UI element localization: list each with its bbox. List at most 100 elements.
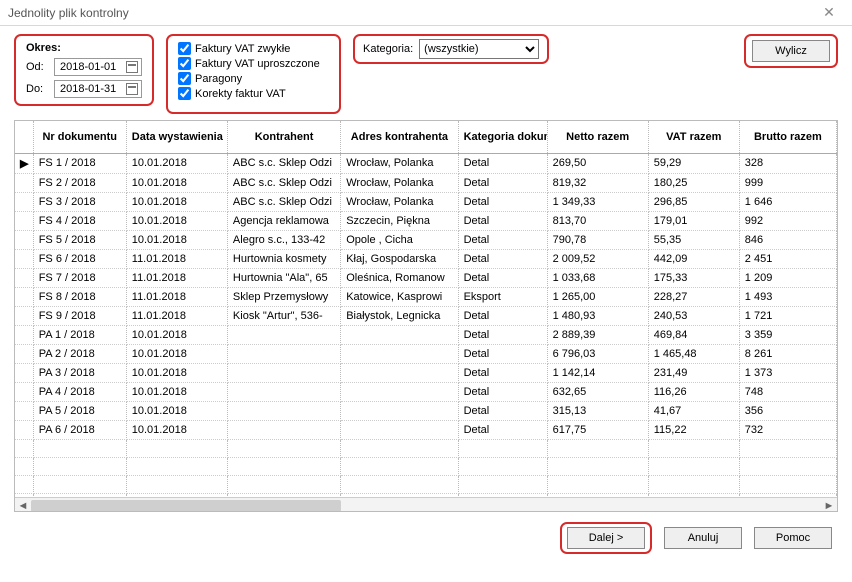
table-row[interactable]: FS 9 / 201811.01.2018Kiosk "Artur", 536-… [15,306,837,325]
cell-netto: 1 349,33 [547,192,648,211]
cell-vat: 55,35 [648,230,739,249]
table-row[interactable]: FS 6 / 201811.01.2018Hurtownia kosmetyKł… [15,249,837,268]
date-to-input[interactable] [58,82,126,96]
table-row[interactable]: FS 3 / 201810.01.2018ABC s.c. Sklep Odzi… [15,192,837,211]
documents-table[interactable]: Nr dokumentu Data wystawienia Kontrahent… [15,121,837,497]
kategoria-select[interactable]: (wszystkie) [419,39,539,59]
scroll-right-icon[interactable]: ► [821,498,837,513]
close-icon[interactable]: ✕ [814,3,844,23]
pomoc-button[interactable]: Pomoc [754,527,832,549]
col-data[interactable]: Data wystawienia [126,121,227,153]
table-row[interactable]: FS 8 / 201811.01.2018Sklep PrzemysłowyKa… [15,287,837,306]
table-row[interactable]: PA 2 / 201810.01.2018Detal6 796,031 465,… [15,344,837,363]
cell-kontrahent [227,382,340,401]
cell-data: 10.01.2018 [126,382,227,401]
table-row[interactable] [15,439,837,457]
cell-nr: FS 6 / 2018 [33,249,126,268]
cell-kontrahent: Hurtownia "Ala", 65 [227,268,340,287]
table-row[interactable]: FS 5 / 201810.01.2018Alegro s.c., 133-42… [15,230,837,249]
table-row[interactable]: ▶FS 1 / 201810.01.2018ABC s.c. Sklep Odz… [15,153,837,173]
cell-netto: 2 009,52 [547,249,648,268]
cell-kontrahent [227,325,340,344]
do-label: Do: [26,83,48,95]
col-brutto[interactable]: Brutto razem [739,121,836,153]
table-row[interactable]: FS 2 / 201810.01.2018ABC s.c. Sklep Odzi… [15,173,837,192]
cell-nr: FS 3 / 2018 [33,192,126,211]
calendar-icon[interactable] [126,83,138,95]
row-marker: ▶ [15,153,33,173]
scroll-left-icon[interactable]: ◄ [15,498,31,513]
col-adres[interactable]: Adres kontrahenta [341,121,458,153]
check-paragony[interactable]: Paragony [178,72,329,85]
table-row[interactable]: FS 4 / 201810.01.2018Agencja reklamowaSz… [15,211,837,230]
cell-brutto: 1 209 [739,268,836,287]
table-row[interactable] [15,457,837,475]
cell-data: 10.01.2018 [126,401,227,420]
kategoria-panel: Kategoria: (wszystkie) [353,34,549,64]
cell-vat: 41,67 [648,401,739,420]
check-korekty[interactable]: Korekty faktur VAT [178,87,329,100]
cell-kontrahent [227,344,340,363]
horizontal-scrollbar[interactable]: ◄ ► [15,497,837,512]
cell-brutto: 1 646 [739,192,836,211]
cell-kontrahent: ABC s.c. Sklep Odzi [227,173,340,192]
check-faktury-uproszczone[interactable]: Faktury VAT uproszczone [178,57,329,70]
okres-label: Okres: [26,42,142,54]
cell-nr: FS 7 / 2018 [33,268,126,287]
table-row[interactable] [15,475,837,493]
cell-brutto: 748 [739,382,836,401]
wylicz-button[interactable]: Wylicz [752,40,830,62]
table-row[interactable]: PA 1 / 201810.01.2018Detal2 889,39469,84… [15,325,837,344]
table-row[interactable]: PA 4 / 201810.01.2018Detal632,65116,2674… [15,382,837,401]
cell-kat: Detal [458,420,547,439]
col-nr[interactable]: Nr dokumentu [33,121,126,153]
cell-data: 10.01.2018 [126,420,227,439]
cell-kat: Detal [458,249,547,268]
col-kontrahent[interactable]: Kontrahent [227,121,340,153]
cell-data: 10.01.2018 [126,325,227,344]
anuluj-button[interactable]: Anuluj [664,527,742,549]
cell-data: 10.01.2018 [126,363,227,382]
table-row[interactable]: PA 6 / 201810.01.2018Detal617,75115,2273… [15,420,837,439]
cell-brutto: 999 [739,173,836,192]
cell-nr: FS 9 / 2018 [33,306,126,325]
checkbox-faktury-zwykle[interactable] [178,42,191,55]
cell-adres [341,382,458,401]
scroll-thumb[interactable] [31,500,341,512]
cell-vat: 231,49 [648,363,739,382]
cell-kat: Detal [458,230,547,249]
od-label: Od: [26,61,48,73]
cell-brutto: 1 721 [739,306,836,325]
checkbox-paragony[interactable] [178,72,191,85]
cell-brutto: 1 373 [739,363,836,382]
cell-kat: Detal [458,211,547,230]
checkbox-faktury-uproszczone[interactable] [178,57,191,70]
table-row[interactable]: PA 5 / 201810.01.2018Detal315,1341,67356 [15,401,837,420]
check-faktury-zwykle[interactable]: Faktury VAT zwykłe [178,42,329,55]
table-row[interactable]: FS 7 / 201811.01.2018Hurtownia "Ala", 65… [15,268,837,287]
label-faktury-uproszczone: Faktury VAT uproszczone [195,58,320,70]
date-to-field[interactable] [54,80,142,98]
row-marker [15,173,33,192]
checkbox-korekty[interactable] [178,87,191,100]
calendar-icon[interactable] [126,61,138,73]
date-from-input[interactable] [58,60,126,74]
cell-kontrahent [227,420,340,439]
col-marker[interactable] [15,121,33,153]
table-row[interactable]: PA 3 / 201810.01.2018Detal1 142,14231,49… [15,363,837,382]
cell-data: 10.01.2018 [126,211,227,230]
col-netto[interactable]: Netto razem [547,121,648,153]
dalej-button[interactable]: Dalej > [567,527,645,549]
row-marker [15,325,33,344]
cell-netto: 1 033,68 [547,268,648,287]
row-marker [15,363,33,382]
bottom-bar: Dalej > Anuluj Pomoc [14,512,838,554]
col-kategoria[interactable]: Kategoria dokumentu [458,121,547,153]
cell-vat: 180,25 [648,173,739,192]
cell-kontrahent: Sklep Przemysłowy [227,287,340,306]
dalej-panel: Dalej > [560,522,652,554]
scroll-track[interactable] [31,500,821,512]
col-vat[interactable]: VAT razem [648,121,739,153]
window-title: Jednolity plik kontrolny [8,6,814,20]
date-from-field[interactable] [54,58,142,76]
